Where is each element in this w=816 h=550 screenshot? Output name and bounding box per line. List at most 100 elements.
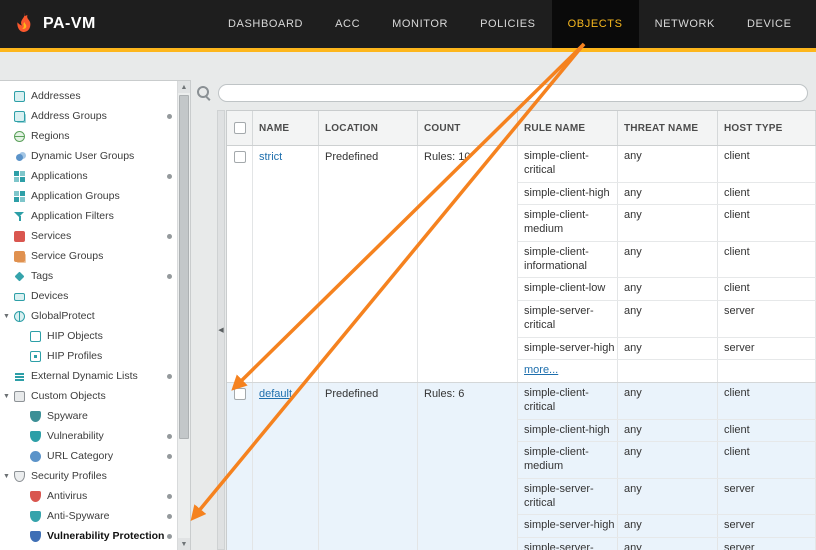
sidebar-item-url-category[interactable]: URL Category [0,446,177,466]
threat-name-cell: any [618,338,718,360]
more-row: more... [518,360,816,382]
host-type-cell: server [718,338,816,360]
anti-spyware-icon [30,511,41,522]
column-header-rule-name[interactable]: RULE NAME [518,111,618,145]
sidebar-item-label: Spyware [47,410,88,422]
rule-name-cell: simple-server-medium [518,538,618,550]
scrollbar-thumb[interactable] [179,95,189,439]
search-input[interactable] [218,84,808,102]
address-groups-icon [14,111,25,122]
sidebar-item-label: Application Filters [31,210,114,222]
sidebar-item-label: GlobalProtect [31,310,95,322]
rules-subtable: simple-client-criticalanyclientsimple-cl… [518,146,816,382]
scroll-down-icon[interactable]: ▼ [178,538,190,550]
sidebar-item-external-dynamic-lists[interactable]: External Dynamic Lists [0,366,177,386]
rule-row: simple-client-highanyclient [518,183,816,206]
sidebar-item-vulnerability-protection[interactable]: Vulnerability Protection [0,526,177,546]
dynamic-user-groups-icon [16,154,23,161]
sidebar-item-label: Security Profiles [31,470,107,482]
table-header-row: NAMELOCATIONCOUNTRULE NAMETHREAT NAMEHOS… [227,111,816,146]
profile-link-default[interactable]: default [259,388,292,400]
column-header-name[interactable]: NAME [253,111,319,145]
row-checkbox[interactable] [234,388,246,400]
profile-location-cell: Predefined [319,146,418,382]
panel-splitter[interactable]: ◀ [217,110,225,550]
nav-item-dashboard[interactable]: DASHBOARD [212,0,319,48]
nav-item-monitor[interactable]: MONITOR [376,0,464,48]
addresses-icon [14,91,25,102]
sidebar-item-globalprotect[interactable]: ▼ GlobalProtect [0,306,177,326]
host-type-cell: server [718,479,816,515]
threat-name-cell: any [618,515,718,537]
profile-link-strict[interactable]: strict [259,151,282,163]
sidebar-item-security-profiles[interactable]: ▼ Security Profiles [0,466,177,486]
scroll-up-icon[interactable]: ▲ [178,81,190,93]
host-type-cell: server [718,301,816,337]
sidebar-item-addresses[interactable]: Addresses [0,86,177,106]
row-checkbox[interactable] [234,151,246,163]
nav-item-device[interactable]: DEVICE [731,0,808,48]
sidebar-item-application-groups[interactable]: Application Groups [0,186,177,206]
sidebar-item-hip-objects[interactable]: HIP Objects [0,326,177,346]
host-type-cell: client [718,278,816,300]
rule-name-cell: simple-client-high [518,183,618,205]
column-header-host-type[interactable]: HOST TYPE [718,111,816,145]
more-link[interactable]: more... [524,364,558,376]
sidebar-item-vulnerability[interactable]: Vulnerability [0,426,177,446]
sidebar-item-label: Tags [31,270,53,282]
profile-name-cell: default [253,383,319,550]
sidebar-item-label: URL Category [47,450,113,462]
profile-count-cell: Rules: 6 [418,383,518,550]
host-type-cell: server [718,538,816,550]
nav-item-policies[interactable]: POLICIES [464,0,552,48]
vulnerability-protection-icon [30,531,41,542]
threat-name-cell: any [618,301,718,337]
sidebar-item-applications[interactable]: Applications [0,166,177,186]
rule-row: simple-client-mediumanyclient [518,205,816,242]
column-header-count[interactable]: COUNT [418,111,518,145]
status-dot-icon [167,454,172,459]
select-all-cell [227,111,253,145]
collapse-left-icon[interactable]: ◀ [218,326,223,334]
nav-item-network[interactable]: NETWORK [639,0,731,48]
sidebar-item-custom-objects[interactable]: ▼Custom Objects [0,386,177,406]
rule-row: simple-client-lowanyclient [518,278,816,301]
nav-item-acc[interactable]: ACC [319,0,376,48]
regions-icon [14,131,25,142]
column-header-threat-name[interactable]: THREAT NAME [618,111,718,145]
threat-name-cell: any [618,146,718,182]
sidebar-item-hip-profiles[interactable]: HIP Profiles [0,346,177,366]
sidebar-item-services[interactable]: Services [0,226,177,246]
status-dot-icon [167,234,172,239]
sidebar-item-service-groups[interactable]: Service Groups [0,246,177,266]
profile-count-cell: Rules: 10 [418,146,518,382]
column-header-location[interactable]: LOCATION [319,111,418,145]
profile-row-default: defaultPredefinedRules: 6simple-client-c… [227,383,816,550]
nav-item-objects[interactable]: OBJECTS [552,0,639,48]
sidebar-item-label: Vulnerability Protection [47,530,164,542]
spyware-icon [30,411,41,422]
sidebar-item-tags[interactable]: Tags [0,266,177,286]
threat-name-cell [618,360,718,382]
rule-row: simple-server-criticalanyserver [518,479,816,516]
sidebar-item-devices[interactable]: Devices [0,286,177,306]
host-type-cell: client [718,205,816,241]
sidebar-item-dynamic-user-groups[interactable]: Dynamic User Groups [0,146,177,166]
rule-name-cell: simple-client-critical [518,383,618,419]
select-all-checkbox[interactable] [234,122,246,134]
sidebar-item-regions[interactable]: Regions [0,126,177,146]
sidebar-item-label: Antivirus [47,490,87,502]
sidebar-item-application-filters[interactable]: Application Filters [0,206,177,226]
sidebar-item-label: Devices [31,290,68,302]
sidebar-item-antivirus[interactable]: Antivirus [0,486,177,506]
sidebar-item-label: Addresses [31,90,81,102]
tags-icon [14,271,25,282]
chevron-down-icon[interactable]: ▼ [3,313,14,320]
sidebar-item-label: HIP Objects [47,330,103,342]
sidebar-item-address-groups[interactable]: Address Groups [0,106,177,126]
sidebar-item-spyware[interactable]: Spyware [0,406,177,426]
rules-subtable: simple-client-criticalanyclientsimple-cl… [518,383,816,550]
chevron-down-icon[interactable]: ▼ [3,473,14,480]
chevron-down-icon[interactable]: ▼ [3,393,14,400]
sidebar-item-anti-spyware[interactable]: Anti-Spyware [0,506,177,526]
